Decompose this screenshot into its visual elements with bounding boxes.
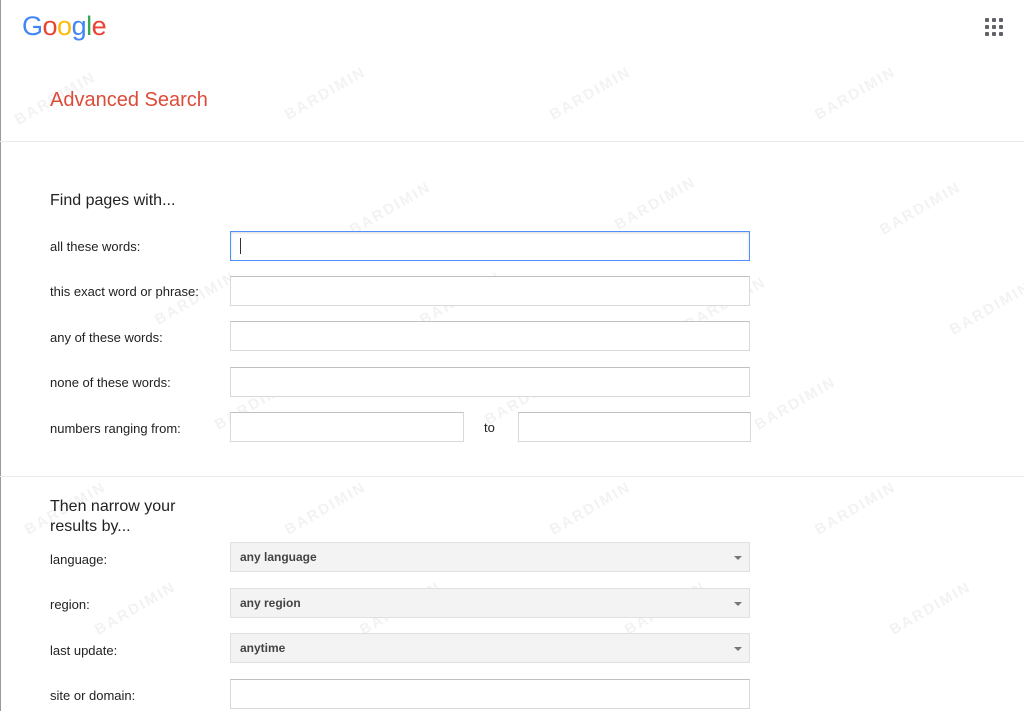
dropdown-arrow-icon: [734, 556, 742, 560]
site-domain-input[interactable]: [230, 679, 750, 709]
language-select[interactable]: any language: [230, 542, 750, 572]
watermark: BARDIMIN: [611, 173, 700, 234]
logo-letter: G: [22, 11, 43, 41]
dropdown-arrow-icon: [734, 647, 742, 651]
watermark: BARDIMIN: [751, 373, 840, 434]
narrow-section-title: Then narrow your results by...: [50, 497, 175, 537]
region-label: region:: [50, 597, 90, 612]
site-domain-label: site or domain:: [50, 688, 136, 703]
range-from-input[interactable]: [230, 412, 464, 442]
watermark: BARDIMIN: [546, 478, 635, 539]
all-words-label: all these words:: [50, 239, 141, 254]
logo-letter: g: [71, 11, 87, 41]
language-label: language:: [50, 552, 108, 567]
watermark: BARDIMIN: [876, 178, 965, 239]
find-section-title: Find pages with...: [50, 192, 176, 209]
last-update-select[interactable]: anytime: [230, 633, 750, 663]
range-to-label: to: [484, 420, 495, 435]
page-title: Advanced Search: [50, 89, 208, 111]
apps-grid-icon[interactable]: [985, 18, 1003, 36]
none-words-input[interactable]: [230, 367, 750, 397]
logo-letter: o: [57, 11, 72, 41]
narrow-title-line: Then narrow your: [50, 498, 176, 515]
any-words-label: any of these words:: [50, 330, 163, 345]
narrow-title-line: results by...: [50, 518, 131, 535]
none-words-label: none of these words:: [50, 375, 171, 390]
last-update-label: last update:: [50, 643, 118, 658]
exact-phrase-label: this exact word or phrase:: [50, 284, 199, 299]
range-to-input[interactable]: [518, 412, 751, 442]
all-words-input[interactable]: [230, 231, 750, 261]
watermark: BARDIMIN: [811, 478, 900, 539]
region-select[interactable]: any region: [230, 588, 750, 618]
watermark: BARDIMIN: [886, 578, 975, 639]
any-words-input[interactable]: [230, 321, 750, 351]
number-range-label: numbers ranging from:: [50, 421, 181, 436]
watermark: BARDIMIN: [946, 278, 1024, 339]
text-cursor: [240, 238, 241, 254]
exact-phrase-input[interactable]: [230, 276, 750, 306]
section-divider: [0, 476, 1024, 477]
watermark: BARDIMIN: [281, 478, 370, 539]
last-update-value: anytime: [240, 641, 286, 655]
google-logo[interactable]: Google: [22, 11, 107, 42]
watermark: BARDIMIN: [91, 578, 180, 639]
logo-letter: o: [42, 11, 58, 41]
logo-letter: e: [91, 11, 107, 41]
region-value: any region: [240, 596, 301, 610]
page-header: Google Advanced Search: [0, 0, 1024, 142]
dropdown-arrow-icon: [734, 602, 742, 606]
language-value: any language: [240, 550, 317, 564]
watermark: BARDIMIN: [346, 178, 435, 239]
